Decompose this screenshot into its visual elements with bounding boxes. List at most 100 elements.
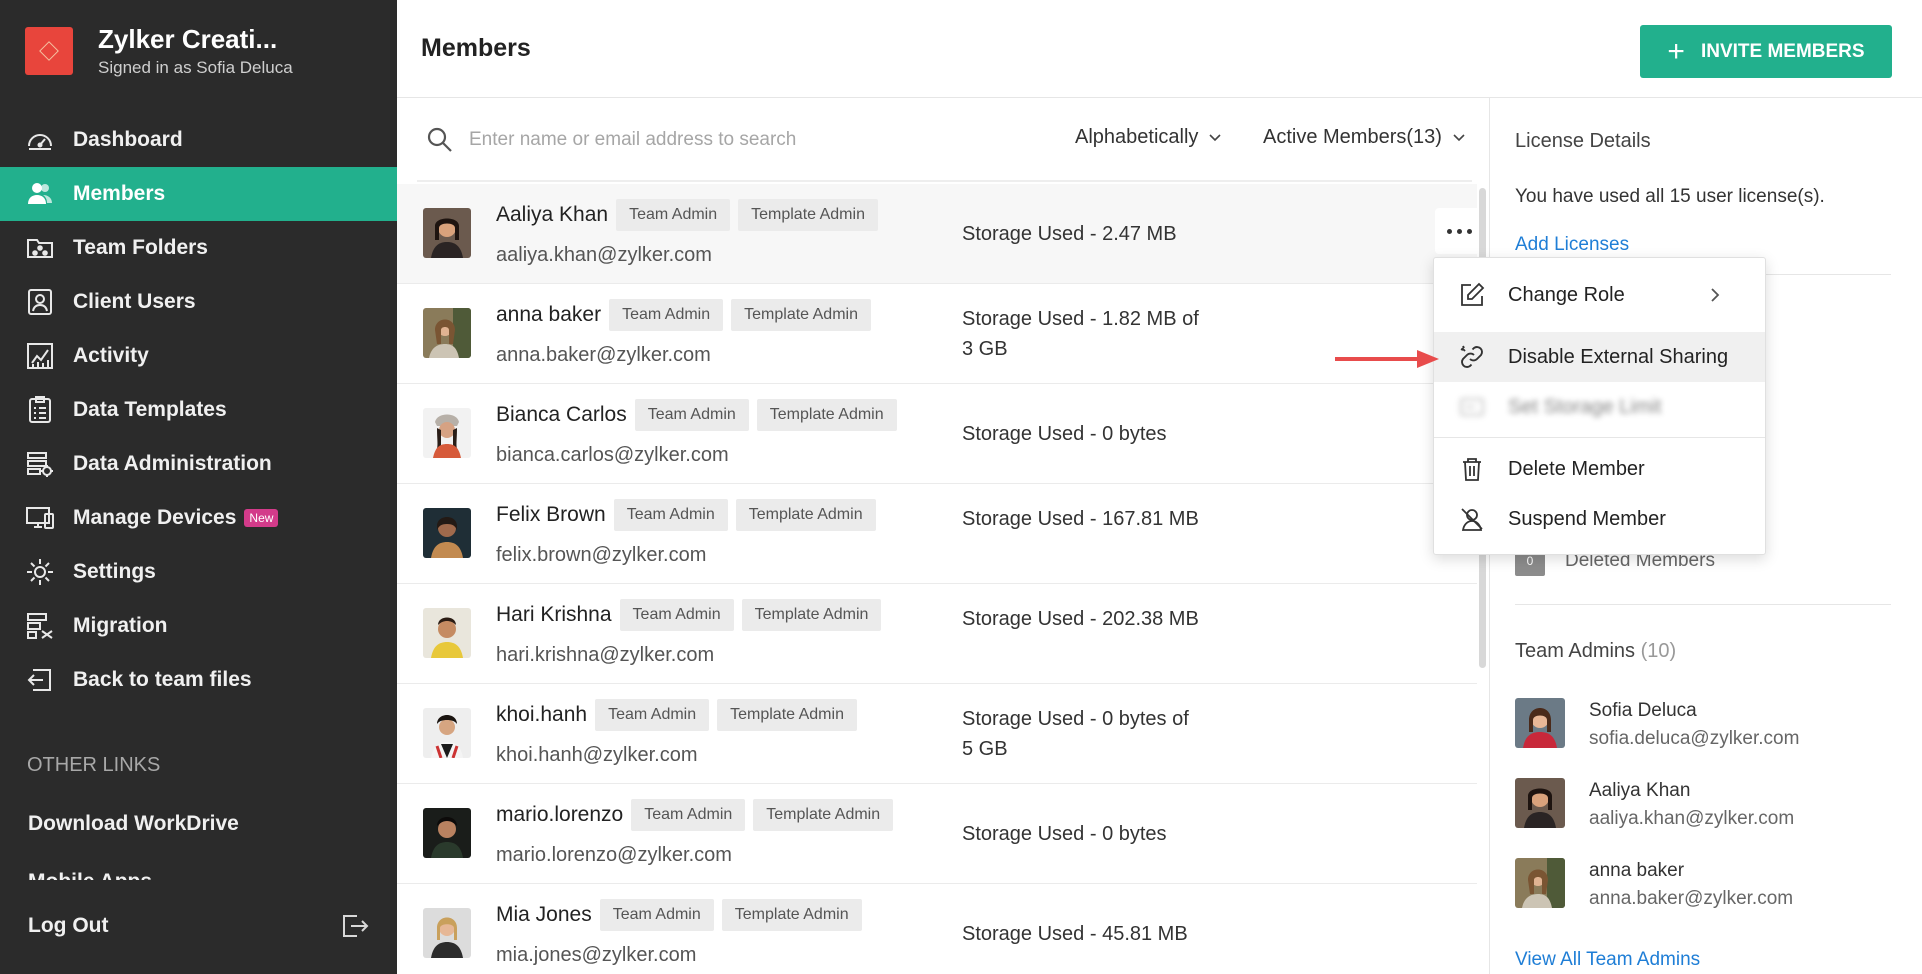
role-tag: Team Admin — [631, 799, 745, 831]
avatar — [423, 908, 471, 958]
page-title: Members — [421, 34, 531, 63]
disable-external-sharing-menu-item[interactable]: Disable External Sharing — [1434, 332, 1765, 382]
suspend-user-icon — [1458, 505, 1486, 533]
member-email: mario.lorenzo@zylker.com — [496, 844, 732, 867]
member-context-menu: Change Role Disable External Sharing Set… — [1433, 257, 1766, 555]
dot-icon — [1467, 229, 1472, 234]
avatar — [1515, 778, 1565, 828]
role-tag: Template Admin — [717, 699, 857, 731]
sidebar-item-dashboard[interactable]: Dashboard — [0, 113, 397, 167]
divider — [1515, 604, 1891, 605]
sidebar-item-members[interactable]: Members — [0, 167, 397, 221]
manage-devices-icon — [25, 503, 55, 533]
data-templates-icon — [25, 395, 55, 425]
role-tag: Team Admin — [616, 199, 730, 231]
search-input[interactable] — [469, 122, 889, 158]
members-list: Aaliya Khan Team Admin Template Admin aa… — [397, 184, 1477, 974]
avatar — [423, 608, 471, 658]
sidebar-item-label: Team Folders — [73, 236, 208, 260]
member-name: Felix Brown — [496, 503, 606, 527]
storage-used: Storage Used - 2.47 MB — [962, 219, 1202, 249]
sidebar-item-label: Activity — [73, 344, 149, 368]
sidebar-item-migration[interactable]: Migration — [0, 599, 397, 653]
role-tag: Template Admin — [722, 899, 862, 931]
sidebar-nav: Dashboard Members Team Folders Client Us… — [0, 113, 397, 707]
org-header[interactable]: Zylker Creati... Signed in as Sofia Delu… — [25, 24, 293, 78]
delete-member-menu-item[interactable]: Delete Member — [1434, 444, 1765, 494]
role-tag: Team Admin — [600, 899, 714, 931]
team-admin-item[interactable]: Sofia Deluca sofia.deluca@zylker.com — [1515, 698, 1799, 750]
member-filter-dropdown[interactable]: Active Members(13) — [1263, 126, 1466, 149]
sidebar-item-team-folders[interactable]: Team Folders — [0, 221, 397, 275]
role-tag: Team Admin — [620, 599, 734, 631]
back-icon — [25, 665, 55, 695]
org-logo — [25, 27, 73, 75]
trash-icon — [1458, 455, 1486, 483]
unlink-icon — [1458, 343, 1486, 371]
role-tag: Template Admin — [753, 799, 893, 831]
more-options-button[interactable] — [1435, 208, 1483, 254]
sidebar-item-activity[interactable]: Activity — [0, 329, 397, 383]
member-email: aaliya.khan@zylker.com — [496, 244, 712, 267]
logout-icon[interactable] — [338, 910, 370, 942]
set-storage-limit-menu-item[interactable]: Set Storage Limit — [1434, 382, 1765, 432]
mobile-apps-link[interactable]: Mobile Apps — [28, 870, 152, 880]
member-row[interactable]: Felix Brown Team Admin Template Admin fe… — [397, 484, 1477, 584]
member-row[interactable]: mario.lorenzo Team Admin Template Admin … — [397, 784, 1477, 884]
member-row[interactable]: anna baker Team Admin Template Admin ann… — [397, 284, 1477, 384]
chevron-down-icon — [1208, 131, 1222, 145]
new-badge: New — [244, 509, 278, 527]
sidebar-item-label: Client Users — [73, 290, 196, 314]
view-all-team-admins-link[interactable]: View All Team Admins — [1515, 949, 1700, 971]
member-row[interactable]: Aaliya Khan Team Admin Template Admin aa… — [397, 184, 1477, 284]
logout-link[interactable]: Log Out — [28, 914, 108, 938]
download-workdrive-link[interactable]: Download WorkDrive — [28, 812, 239, 836]
role-tag: Template Admin — [742, 599, 882, 631]
sidebar-item-back-to-team-files[interactable]: Back to team files — [0, 653, 397, 707]
avatar — [423, 408, 471, 458]
admin-email: aaliya.khan@zylker.com — [1589, 808, 1794, 830]
sidebar-item-manage-devices[interactable]: Manage Devices New — [0, 491, 397, 545]
member-row[interactable]: khoi.hanh Team Admin Template Admin khoi… — [397, 684, 1477, 784]
sort-dropdown[interactable]: Alphabetically — [1075, 126, 1222, 149]
member-email: khoi.hanh@zylker.com — [496, 744, 698, 767]
role-tag: Template Admin — [731, 299, 871, 331]
sidebar-item-client-users[interactable]: Client Users — [0, 275, 397, 329]
storage-used: Storage Used - 0 bytes — [962, 819, 1202, 849]
member-email: felix.brown@zylker.com — [496, 544, 706, 567]
chevron-right-icon — [1709, 287, 1721, 303]
storage-used: Storage Used - 0 bytes — [962, 419, 1202, 449]
suspend-member-menu-item[interactable]: Suspend Member — [1434, 494, 1765, 544]
add-licenses-link[interactable]: Add Licenses — [1515, 234, 1629, 256]
invite-members-label: INVITE MEMBERS — [1701, 41, 1865, 63]
admin-name: anna baker — [1589, 860, 1793, 882]
avatar — [1515, 698, 1565, 748]
page-header: Members + INVITE MEMBERS — [397, 0, 1922, 98]
client-users-icon — [25, 287, 55, 317]
storage-icon — [1458, 393, 1486, 421]
member-row[interactable]: Bianca Carlos Team Admin Template Admin … — [397, 384, 1477, 484]
dashboard-icon — [25, 125, 55, 155]
sidebar-item-label: Data Administration — [73, 452, 272, 476]
signed-in-text: Signed in as Sofia Deluca — [98, 58, 293, 78]
sidebar-item-label: Manage Devices — [73, 506, 236, 530]
member-row[interactable]: Mia Jones Team Admin Template Admin mia.… — [397, 884, 1477, 974]
member-email: hari.krishna@zylker.com — [496, 644, 714, 667]
data-administration-icon — [25, 449, 55, 479]
invite-members-button[interactable]: + INVITE MEMBERS — [1640, 25, 1892, 78]
member-email: anna.baker@zylker.com — [496, 344, 711, 367]
avatar — [423, 508, 471, 558]
storage-used: Storage Used - 1.82 MB of 3 GB — [962, 304, 1202, 364]
team-admin-item[interactable]: Aaliya Khan aaliya.khan@zylker.com — [1515, 778, 1794, 830]
sidebar-item-label: Back to team files — [73, 668, 252, 692]
member-name: Hari Krishna — [496, 603, 612, 627]
admin-name: Sofia Deluca — [1589, 700, 1799, 722]
change-role-menu-item[interactable]: Change Role — [1434, 270, 1765, 320]
member-row[interactable]: Hari Krishna Team Admin Template Admin h… — [397, 584, 1477, 684]
sidebar-item-settings[interactable]: Settings — [0, 545, 397, 599]
sidebar-item-data-templates[interactable]: Data Templates — [0, 383, 397, 437]
team-admin-item[interactable]: anna baker anna.baker@zylker.com — [1515, 858, 1793, 910]
divider — [1434, 437, 1765, 438]
member-name: mario.lorenzo — [496, 803, 623, 827]
sidebar-item-data-administration[interactable]: Data Administration — [0, 437, 397, 491]
